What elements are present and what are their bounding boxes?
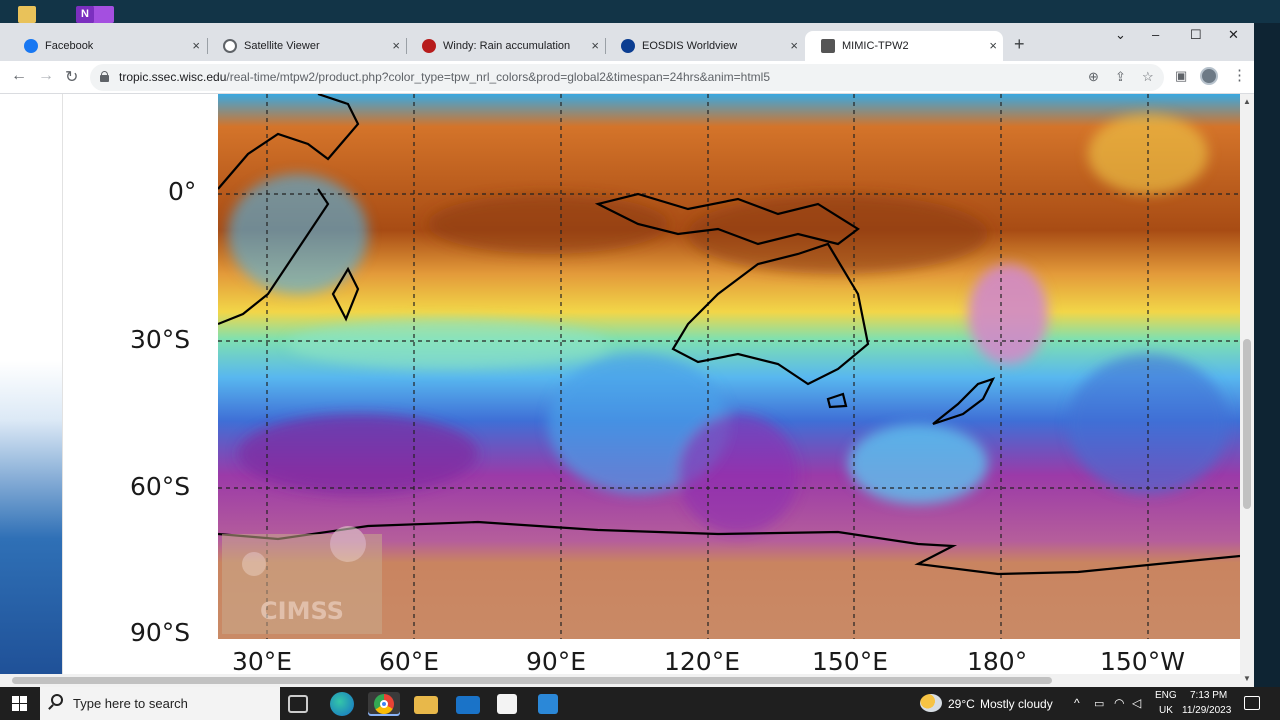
lon-label-30e: 30°E bbox=[232, 647, 293, 676]
tray-overflow-icon[interactable]: ^ bbox=[1074, 696, 1080, 710]
close-icon[interactable]: × bbox=[989, 38, 997, 53]
url-host: tropic.ssec.wisc.edu bbox=[119, 70, 227, 84]
close-icon[interactable]: × bbox=[192, 38, 200, 53]
store-icon[interactable] bbox=[497, 694, 517, 714]
tab-facebook[interactable]: Facebook × bbox=[8, 31, 206, 61]
page-viewport: 0° 30°S 60°S 90°S CIMSS 30°E 60°E 90°E 1… bbox=[0, 94, 1254, 687]
file-explorer-icon[interactable] bbox=[414, 696, 438, 714]
wifi-icon[interactable]: ◠ bbox=[1114, 696, 1124, 710]
lon-label-60e: 60°E bbox=[379, 647, 440, 676]
tab-satellite-viewer[interactable]: Satellite Viewer × bbox=[207, 31, 406, 61]
weather-temperature[interactable]: 29°C bbox=[948, 697, 975, 711]
desktop-background: N bbox=[0, 0, 1280, 23]
weather-condition[interactable]: Mostly cloudy bbox=[980, 697, 1053, 711]
battery-icon[interactable]: ▭ bbox=[1094, 697, 1104, 710]
lon-label-90e: 90°E bbox=[526, 647, 587, 676]
photos-icon[interactable] bbox=[538, 694, 558, 714]
bookmark-star-icon[interactable]: ☆ bbox=[1142, 69, 1154, 85]
clock-date[interactable]: 11/29/2023 bbox=[1182, 705, 1231, 716]
tab-eosdis-worldview[interactable]: EOSDIS Worldview × bbox=[605, 31, 804, 61]
tab-mimic-tpw2[interactable]: MIMIC-TPW2 × bbox=[805, 31, 1003, 61]
clock-time[interactable]: 7:13 PM bbox=[1190, 690, 1227, 701]
lock-icon[interactable] bbox=[100, 71, 109, 82]
side-panel-icon[interactable]: ▣ bbox=[1175, 68, 1187, 84]
folder-icon[interactable] bbox=[18, 6, 36, 23]
windows-start-icon[interactable] bbox=[12, 696, 27, 711]
browser-toolbar: ← → ↻ tropic.ssec.wisc.edu/real-time/mtp… bbox=[0, 61, 1254, 94]
lon-label-150w: 150°W bbox=[1100, 647, 1185, 676]
tab-strip: Facebook × Satellite Viewer × Windy: Rai… bbox=[0, 23, 1254, 61]
notification-icon[interactable] bbox=[1244, 696, 1260, 710]
lon-label-150e: 150°E bbox=[812, 647, 889, 676]
onenote-icon[interactable]: N bbox=[76, 6, 94, 23]
share-icon[interactable]: ⇪ bbox=[1115, 69, 1126, 85]
weather-cloud-icon[interactable] bbox=[920, 694, 942, 712]
horizontal-scrollbar[interactable] bbox=[0, 674, 1240, 687]
vertical-scroll-thumb[interactable] bbox=[1243, 339, 1251, 509]
globe-icon bbox=[223, 39, 237, 53]
lat-label-90s: 90°S bbox=[130, 618, 191, 647]
tpw-map-image[interactable]: CIMSS bbox=[218, 94, 1240, 639]
tab-title: Windy: Rain accumulation bbox=[443, 40, 571, 52]
task-view-icon[interactable] bbox=[288, 695, 308, 713]
maximize-button[interactable]: ☐ bbox=[1190, 27, 1202, 43]
minimize-button[interactable]: – bbox=[1152, 27, 1159, 42]
scroll-down-icon[interactable]: ▼ bbox=[1243, 674, 1251, 683]
region-indicator[interactable]: UK bbox=[1159, 705, 1173, 716]
search-icon bbox=[51, 694, 63, 706]
browser-window: Facebook × Satellite Viewer × Windy: Rai… bbox=[0, 23, 1254, 687]
search-placeholder: Type here to search bbox=[73, 696, 188, 711]
mail-icon[interactable] bbox=[456, 696, 480, 714]
tab-title: MIMIC-TPW2 bbox=[842, 40, 909, 52]
mimic-icon bbox=[821, 39, 835, 53]
lon-label-180: 180° bbox=[967, 647, 1028, 676]
url-text[interactable]: tropic.ssec.wisc.edu/real-time/mtpw2/pro… bbox=[119, 70, 770, 84]
chrome-logo-center bbox=[380, 700, 388, 708]
windy-icon bbox=[422, 39, 436, 53]
page-side-background bbox=[0, 94, 62, 687]
edge-icon[interactable] bbox=[330, 692, 354, 716]
onenote-icon-back bbox=[92, 6, 114, 23]
lat-label-30s: 30°S bbox=[130, 325, 191, 354]
reload-button[interactable]: ↻ bbox=[65, 67, 78, 87]
tab-title: Satellite Viewer bbox=[244, 40, 320, 52]
new-tab-button[interactable]: + bbox=[1014, 34, 1025, 55]
cimss-watermark: CIMSS bbox=[222, 526, 382, 634]
tab-windy[interactable]: Windy: Rain accumulation × bbox=[406, 31, 605, 61]
tab-title: Facebook bbox=[45, 40, 94, 52]
scroll-up-icon[interactable]: ▲ bbox=[1243, 97, 1251, 106]
zoom-icon[interactable]: ⊕ bbox=[1088, 69, 1099, 85]
nasa-icon bbox=[621, 39, 635, 53]
window-close-button[interactable]: ✕ bbox=[1228, 27, 1239, 43]
language-indicator[interactable]: ENG bbox=[1155, 690, 1177, 701]
close-icon[interactable]: × bbox=[392, 38, 400, 53]
close-icon[interactable]: × bbox=[591, 38, 599, 53]
taskbar-search-box[interactable]: Type here to search bbox=[40, 687, 280, 720]
tab-search-icon[interactable]: ⌄ bbox=[1115, 27, 1126, 43]
vertical-scrollbar[interactable]: ▲ ▼ bbox=[1240, 94, 1254, 687]
address-bar[interactable]: tropic.ssec.wisc.edu/real-time/mtpw2/pro… bbox=[90, 64, 1164, 91]
tab-title: EOSDIS Worldview bbox=[642, 40, 738, 52]
close-icon[interactable]: × bbox=[790, 38, 798, 53]
facebook-icon bbox=[24, 39, 38, 53]
lon-label-120e: 120°E bbox=[664, 647, 741, 676]
back-button[interactable]: ← bbox=[11, 67, 27, 85]
url-path: /real-time/mtpw2/product.php?color_type=… bbox=[226, 70, 771, 84]
menu-icon[interactable]: ⋮ bbox=[1232, 66, 1247, 84]
cimss-logo-text: CIMSS bbox=[260, 597, 344, 625]
taskbar: Type here to search 29°C Mostly cloudy ^… bbox=[0, 687, 1280, 720]
volume-icon[interactable]: ◁ bbox=[1132, 696, 1141, 710]
lat-label-0: 0° bbox=[168, 177, 197, 206]
lat-label-60s: 60°S bbox=[130, 472, 191, 501]
page-margin bbox=[62, 94, 104, 687]
chrome-icon[interactable] bbox=[368, 692, 400, 716]
profile-avatar[interactable] bbox=[1200, 67, 1218, 85]
forward-button[interactable]: → bbox=[38, 67, 54, 85]
horizontal-scroll-thumb[interactable] bbox=[12, 677, 1052, 684]
desktop-edge bbox=[1254, 23, 1280, 687]
